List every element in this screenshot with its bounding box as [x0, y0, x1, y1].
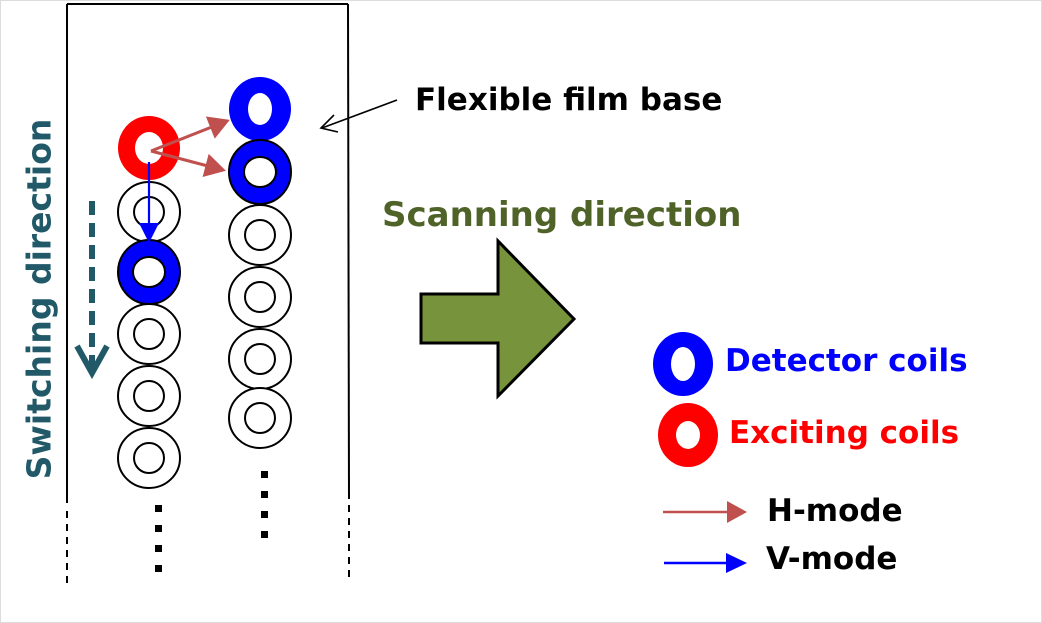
idle-coil — [117, 365, 181, 427]
dot — [155, 525, 162, 532]
legend-detector-coil-icon — [653, 332, 713, 396]
legend-h-mode-arrowhead — [727, 501, 747, 523]
dot — [261, 531, 268, 538]
switching-direction-arrow — [74, 201, 110, 380]
legend-detector-label: Detector coils — [725, 343, 968, 379]
film-base-pointer-arrow — [319, 99, 398, 133]
dot — [261, 471, 268, 478]
idle-coil — [117, 427, 181, 489]
dot — [261, 491, 268, 498]
film-base-label: Flexible film base — [415, 82, 723, 118]
idle-coil — [228, 204, 292, 266]
idle-coil — [228, 387, 292, 449]
detector-coil — [116, 239, 182, 305]
detector-coil — [229, 77, 291, 141]
switching-direction-label: Switching direction — [19, 118, 59, 480]
legend-v-mode-arrowhead — [726, 553, 747, 573]
continuation-dots-left — [155, 505, 162, 572]
scanning-direction-arrow — [419, 237, 577, 400]
dot — [155, 565, 162, 572]
idle-coil — [228, 266, 292, 328]
legend-h-mode-label: H-mode — [767, 493, 903, 529]
scanning-direction-label: Scanning direction — [382, 195, 742, 235]
legend-v-mode-label: V-mode — [766, 541, 898, 577]
coil-column-right — [227, 77, 293, 449]
continuation-dots-right — [261, 471, 268, 538]
film-base — [66, 3, 350, 587]
dot — [261, 511, 268, 518]
dot — [155, 545, 162, 552]
idle-coil — [117, 303, 181, 365]
film-base-right-edge — [347, 3, 350, 500]
dot — [155, 505, 162, 512]
detector-coil — [227, 139, 293, 205]
legend-exciting-label: Exciting coils — [729, 415, 960, 451]
idle-coil — [228, 328, 292, 390]
legend-exciting-coil-icon — [658, 403, 718, 467]
diagram-canvas: Flexible film base Scanning direction Sw… — [0, 0, 1042, 623]
